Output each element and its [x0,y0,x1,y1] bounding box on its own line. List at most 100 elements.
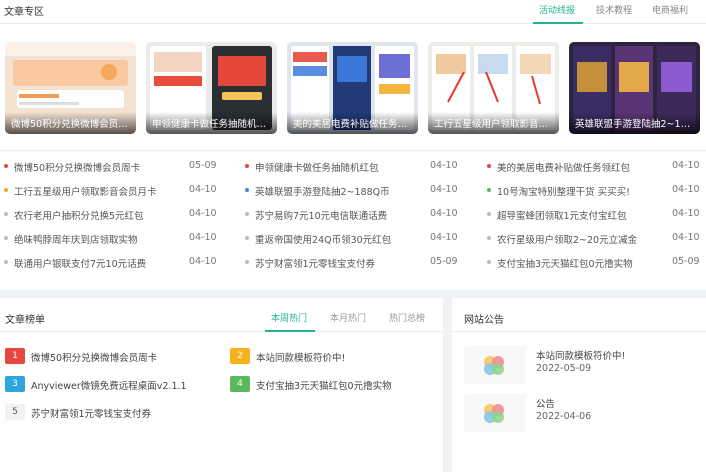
article-item[interactable]: 联通用户银联支付7元10元话费 04-10 [4,254,218,272]
notice-thumbnail-icon [464,394,526,432]
bullet-dot-icon [487,260,491,264]
rank-badge: 2 [230,348,250,364]
notice-title-text: 公告 [536,399,556,410]
rank-badge: 1 [5,348,25,364]
article-item[interactable]: 农行星级用户领取2~20元立减金 04-10 [487,230,701,248]
article-title: 绝味鸭脖周年庆到店领取实物 [14,235,138,246]
notice-item[interactable]: 公告 2022-04-06 [464,394,704,434]
rank-badge: 4 [230,376,250,392]
article-title: 支付宝抽3元天猫红包0元撸实物 [497,259,633,270]
ranking-item[interactable]: 3 Anyviewer微镜免费远程桌面v2.1.1 [5,376,215,392]
bullet-dot-icon [4,188,8,192]
article-date: 04-10 [430,184,458,195]
tab-weekly-hot[interactable]: 本周热门 [271,311,307,324]
ranking-title: 苏宁财富领1元零钱宝支付券 [31,409,152,420]
article-item[interactable]: 支付宝抽3元天猫红包0元撸实物 05-09 [487,254,701,272]
bullet-dot-icon [4,212,8,216]
tab-tech-tutorials[interactable]: 技术教程 [596,3,632,16]
ranking-title: 微博50积分兑换微博会员周卡 [31,353,158,364]
bullet-dot-icon [487,236,491,240]
article-title: 超导蜜蜂团领取1元支付宝红包 [497,211,627,222]
ranking-title: 文章榜单 [5,315,45,326]
divider [0,150,706,151]
article-item[interactable]: 苏宁易购7元10元电信联通话费 04-10 [245,206,459,224]
article-date: 05-09 [430,256,458,267]
featured-card[interactable]: 美的美居电费补贴做任务领红包 [287,42,418,134]
bullet-dot-icon [487,164,491,168]
article-title: 农行老用户抽积分兑换5元红包 [14,211,144,222]
article-date: 04-10 [430,232,458,243]
bullet-dot-icon [245,260,249,264]
article-item[interactable]: 重返帝国使用24Q币领30元红包 04-10 [245,230,459,248]
ranking-item[interactable]: 5 苏宁财富领1元零钱宝支付券 [5,404,215,420]
article-title: 农行星级用户领取2~20元立减金 [497,235,638,246]
article-date: 04-10 [189,256,217,267]
ranking-item[interactable]: 4 支付宝抽3元天猫红包0元撸实物 [230,376,440,392]
ranking-header: 文章榜单 本周热门 本月热门 热门总榜 [0,298,443,332]
article-title: 苏宁财富领1元零钱宝支付券 [255,259,376,270]
article-item[interactable]: 申领健康卡做任务抽随机红包 04-10 [245,158,459,176]
article-item[interactable]: 10号淘宝特别整理干货 买买买! 04-10 [487,182,701,200]
article-item[interactable]: 超导蜜蜂团领取1元支付宝红包 04-10 [487,206,701,224]
article-zone-header: 文章专区 活动线报 技术教程 电商福利 [0,0,706,24]
featured-title: 工行五星级用户领取影音会员月卡 [434,119,555,130]
ranking-item[interactable]: 1 微博50积分兑换微博会员周卡 [5,348,215,364]
featured-card[interactable]: 英雄联盟手游登陆抽2~188Q币 [569,42,700,134]
ranking-title: Anyviewer微镜免费远程桌面v2.1.1 [31,381,187,392]
tab-all-time-hot[interactable]: 热门总榜 [389,311,425,324]
ranking-title: 本站同款模板符价中! [256,353,346,364]
article-item[interactable]: 绝味鸭脖周年庆到店领取实物 04-10 [4,230,218,248]
bullet-dot-icon [487,212,491,216]
article-date: 04-10 [189,208,217,219]
article-date: 04-10 [430,208,458,219]
featured-card[interactable]: 申领健康卡做任务抽随机红包 [146,42,277,134]
article-title: 苏宁易购7元10元电信联通话费 [255,211,388,222]
featured-title: 美的美居电费补贴做任务领红包 [293,119,414,130]
article-title: 重返帝国使用24Q币领30元红包 [255,235,392,246]
article-zone-panel: 文章专区 活动线报 技术教程 电商福利 微博50积分兑换微博会员周卡 申领健康卡… [0,0,706,290]
active-tab-underline [265,330,315,332]
tab-activity-news[interactable]: 活动线报 [539,3,575,16]
article-date: 04-10 [430,160,458,171]
notice-header: 网站公告 [452,298,706,332]
article-title: 工行五星级用户领取影音会员月卡 [14,187,157,198]
article-date: 04-10 [672,232,700,243]
article-title: 美的美居电费补贴做任务领红包 [497,163,631,174]
article-date: 05-09 [672,256,700,267]
notice-panel: 网站公告 本站同款模板符价中! 2022-05-09 公告 2022-04-06 [452,298,706,472]
tab-ecommerce-deals[interactable]: 电商福利 [652,3,688,16]
bullet-dot-icon [245,236,249,240]
article-title: 10号淘宝特别整理干货 买买买! [497,187,630,198]
bullet-dot-icon [487,188,491,192]
bullet-dot-icon [245,188,249,192]
notice-thumbnail-icon [464,346,526,384]
bullet-dot-icon [4,164,8,168]
article-date: 05-09 [189,160,217,171]
article-date: 04-10 [189,184,217,195]
notice-title: 网站公告 [464,315,504,326]
article-title: 微博50积分兑换微博会员周卡 [14,163,141,174]
article-item[interactable]: 苏宁财富领1元零钱宝支付券 05-09 [245,254,459,272]
featured-card[interactable]: 微博50积分兑换微博会员周卡 [5,42,136,134]
article-item[interactable]: 工行五星级用户领取影音会员月卡 04-10 [4,182,218,200]
article-title: 英雄联盟手游登陆抽2~188Q币 [255,187,390,198]
tab-monthly-hot[interactable]: 本月热门 [330,311,366,324]
featured-title: 英雄联盟手游登陆抽2~188Q币 [575,119,696,130]
ranking-item[interactable]: 2 本站同款模板符价中! [230,348,440,364]
featured-card[interactable]: 工行五星级用户领取影音会员月卡 [428,42,559,134]
notice-item[interactable]: 本站同款模板符价中! 2022-05-09 [464,346,704,386]
article-date: 04-10 [672,184,700,195]
bullet-dot-icon [4,260,8,264]
article-item[interactable]: 农行老用户抽积分兑换5元红包 04-10 [4,206,218,224]
bullet-dot-icon [4,236,8,240]
notice-date: 2022-05-09 [536,363,592,374]
article-title: 申领健康卡做任务抽随机红包 [255,163,379,174]
rank-badge: 3 [5,376,25,392]
rank-badge: 5 [5,404,25,420]
article-item[interactable]: 英雄联盟手游登陆抽2~188Q币 04-10 [245,182,459,200]
bullet-dot-icon [245,212,249,216]
section-title: 文章专区 [4,7,44,18]
article-item[interactable]: 微博50积分兑换微博会员周卡 05-09 [4,158,218,176]
article-item[interactable]: 美的美居电费补贴做任务领红包 04-10 [487,158,701,176]
ranking-panel: 文章榜单 本周热门 本月热门 热门总榜 1 微博50积分兑换微博会员周卡 2 本站同款… [0,298,443,472]
